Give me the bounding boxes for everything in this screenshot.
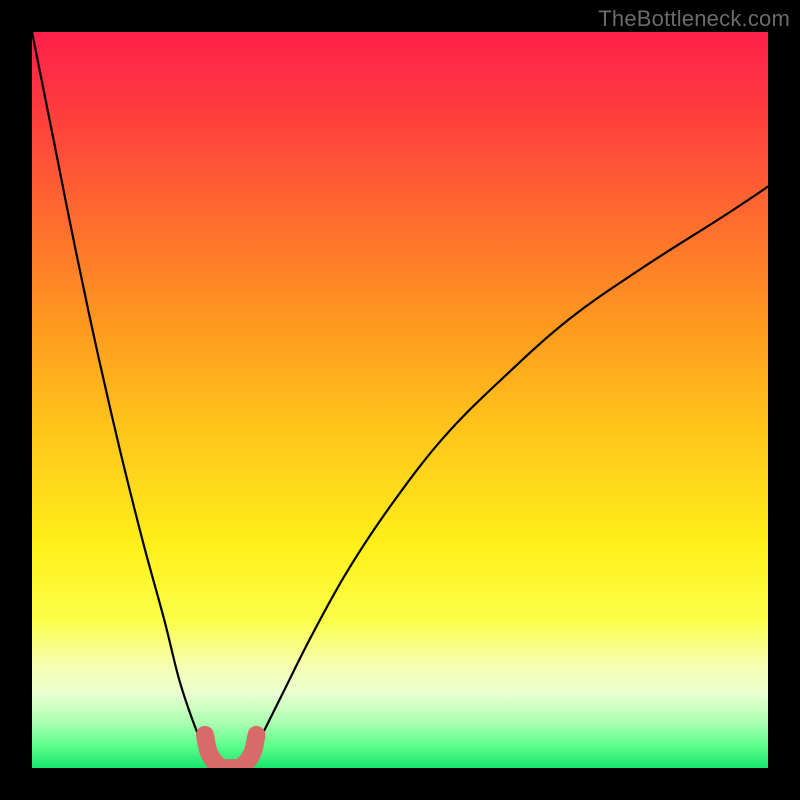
chart-background xyxy=(32,32,768,768)
bottleneck-chart xyxy=(32,32,768,768)
watermark-text: TheBottleneck.com xyxy=(598,6,790,32)
chart-frame xyxy=(32,32,768,768)
